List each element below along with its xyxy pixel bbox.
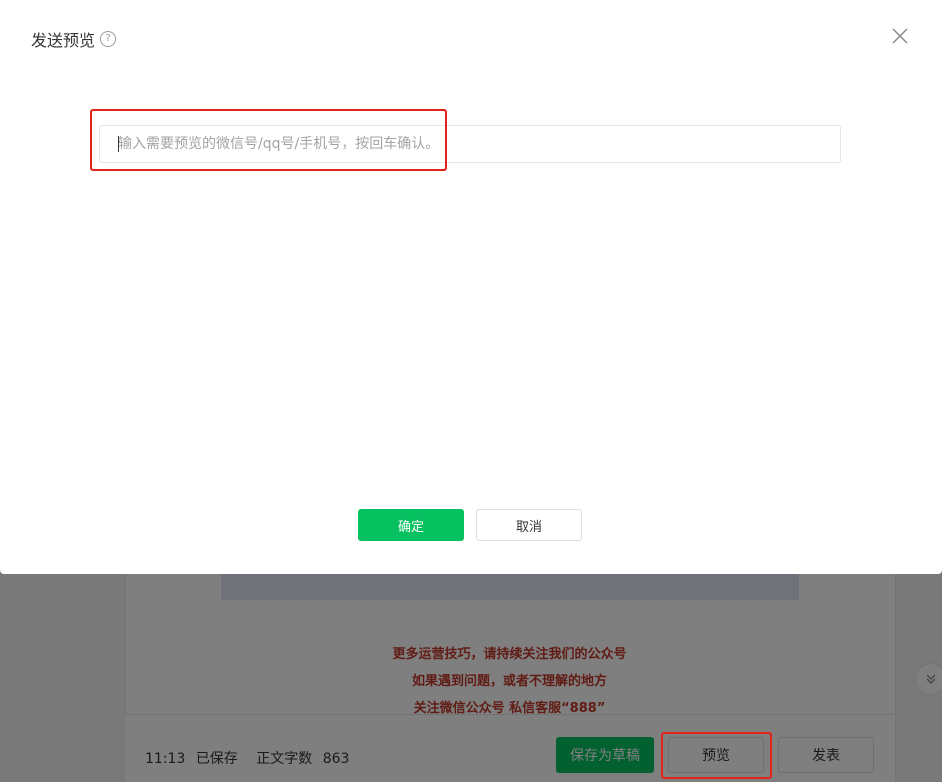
dialog-title-text: 发送预览 (31, 31, 96, 50)
send-preview-dialog: 发送预览 ? 确定 取消 (0, 0, 942, 574)
cancel-button[interactable]: 取消 (476, 509, 582, 541)
dialog-title: 发送预览 ? (31, 27, 117, 51)
question-circle-icon[interactable]: ? (100, 31, 117, 47)
close-icon (892, 28, 908, 44)
confirm-button[interactable]: 确定 (358, 509, 464, 541)
text-caret (118, 136, 119, 152)
recipient-input[interactable] (99, 125, 841, 163)
close-button[interactable] (889, 25, 911, 47)
